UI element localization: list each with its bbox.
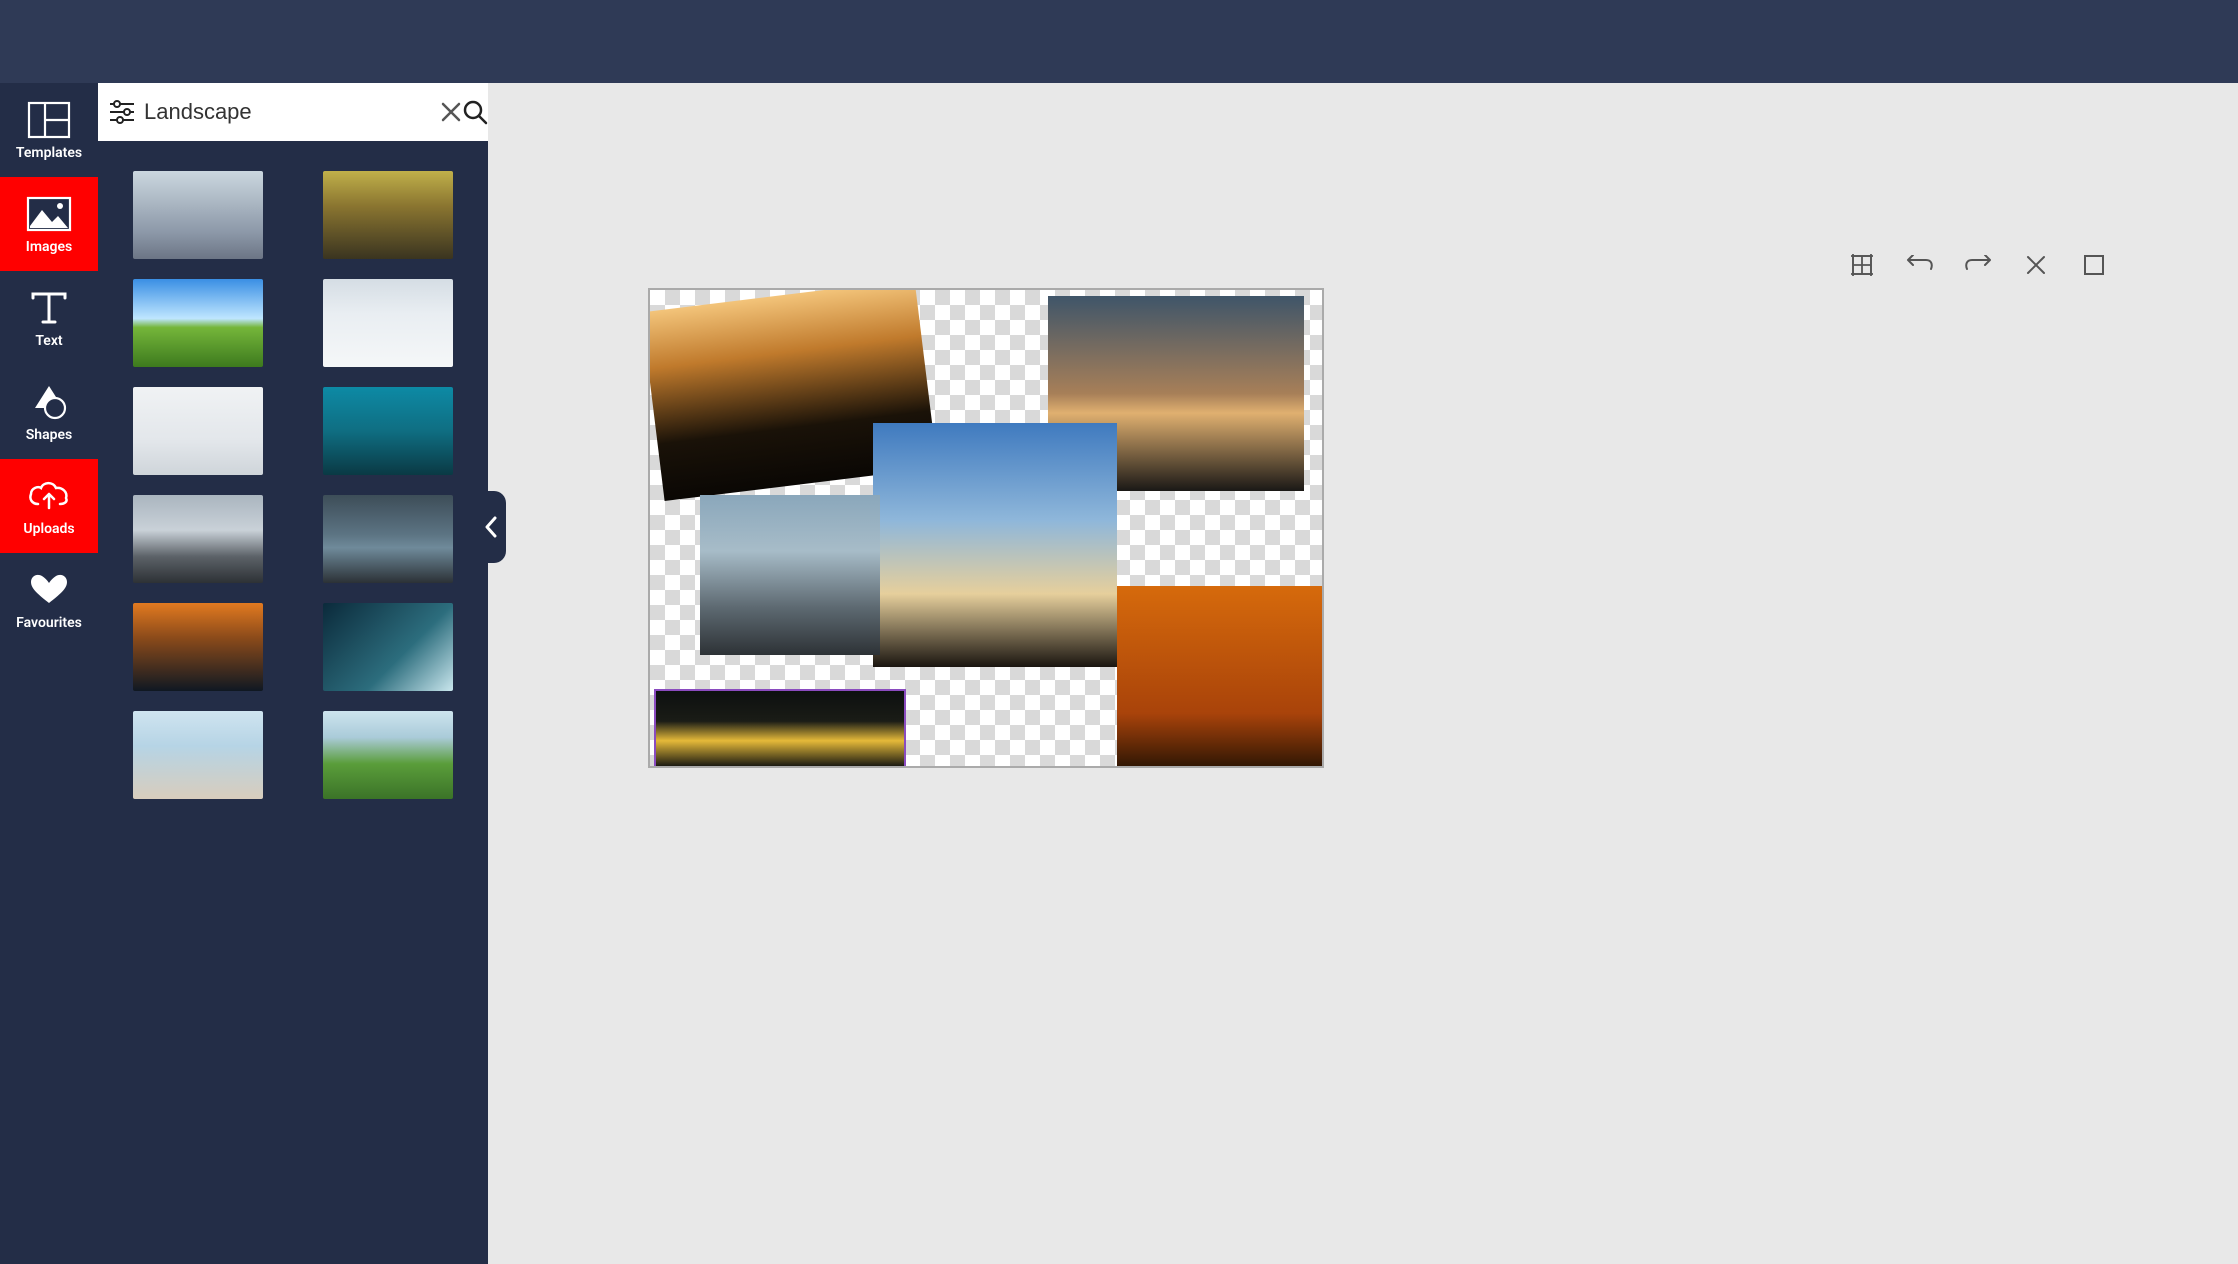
collapse-panel-button[interactable]: [476, 491, 506, 563]
sidebar-item-templates[interactable]: Templates: [0, 83, 98, 177]
image-thumbnail[interactable]: [133, 171, 263, 259]
square-icon: [2083, 254, 2105, 276]
search-icon[interactable]: [462, 99, 488, 125]
image-thumbnail[interactable]: [133, 387, 263, 475]
sidebar-item-label: Templates: [16, 145, 82, 161]
image-results-grid: [98, 141, 488, 1264]
image-thumbnail[interactable]: [133, 279, 263, 367]
sidebar: Resize Templates Images: [0, 83, 98, 1264]
sidebar-item-label: Favourites: [16, 615, 82, 631]
fullscreen-button[interactable]: [2080, 251, 2108, 279]
filter-icon[interactable]: [108, 99, 136, 125]
top-bar: [0, 0, 2238, 83]
close-button[interactable]: [2022, 251, 2050, 279]
canvas-photo[interactable]: [700, 495, 880, 655]
search-input[interactable]: [136, 99, 440, 125]
canvas-photo[interactable]: [873, 423, 1117, 667]
canvas-toolbar: [1848, 251, 2108, 279]
sidebar-item-favourites[interactable]: Favourites: [0, 553, 98, 647]
image-thumbnail[interactable]: [323, 387, 453, 475]
sidebar-item-text[interactable]: Text: [0, 271, 98, 365]
images-panel: [98, 83, 488, 1264]
image-thumbnail[interactable]: [323, 279, 453, 367]
image-thumbnail[interactable]: [133, 603, 263, 691]
sidebar-item-shapes[interactable]: Shapes: [0, 365, 98, 459]
sidebar-item-label: Images: [26, 239, 72, 255]
sidebar-item-images[interactable]: Images: [0, 177, 98, 271]
chevron-left-icon: [484, 516, 498, 538]
canvas-photo[interactable]: [1117, 586, 1323, 768]
canvas-area: [488, 83, 2238, 1264]
undo-button[interactable]: [1906, 251, 1934, 279]
image-thumbnail[interactable]: [323, 171, 453, 259]
artboard[interactable]: [648, 288, 1324, 768]
text-icon: [24, 289, 74, 327]
image-thumbnail[interactable]: [323, 603, 453, 691]
images-icon: [24, 195, 74, 233]
image-thumbnail[interactable]: [133, 711, 263, 799]
sidebar-item-label: Text: [35, 333, 62, 349]
close-icon: [2026, 255, 2046, 275]
sidebar-item-uploads[interactable]: Uploads: [0, 459, 98, 553]
sidebar-item-label: Shapes: [26, 427, 72, 443]
image-thumbnail[interactable]: [323, 495, 453, 583]
uploads-icon: [24, 477, 74, 515]
clear-search-button[interactable]: [440, 101, 462, 123]
shapes-icon: [24, 383, 74, 421]
grid-icon: [1850, 253, 1874, 277]
image-thumbnail[interactable]: [323, 711, 453, 799]
grid-toggle-button[interactable]: [1848, 251, 1876, 279]
redo-icon: [1964, 255, 1992, 275]
favourites-icon: [24, 571, 74, 609]
templates-icon: [24, 101, 74, 139]
redo-button[interactable]: [1964, 251, 1992, 279]
canvas-photo[interactable]: [655, 690, 905, 768]
app-main: Resize Templates Images: [0, 83, 2238, 1264]
search-bar: [98, 83, 488, 141]
image-thumbnail[interactable]: [133, 495, 263, 583]
undo-icon: [1906, 255, 1934, 275]
sidebar-item-label: Uploads: [23, 521, 74, 537]
